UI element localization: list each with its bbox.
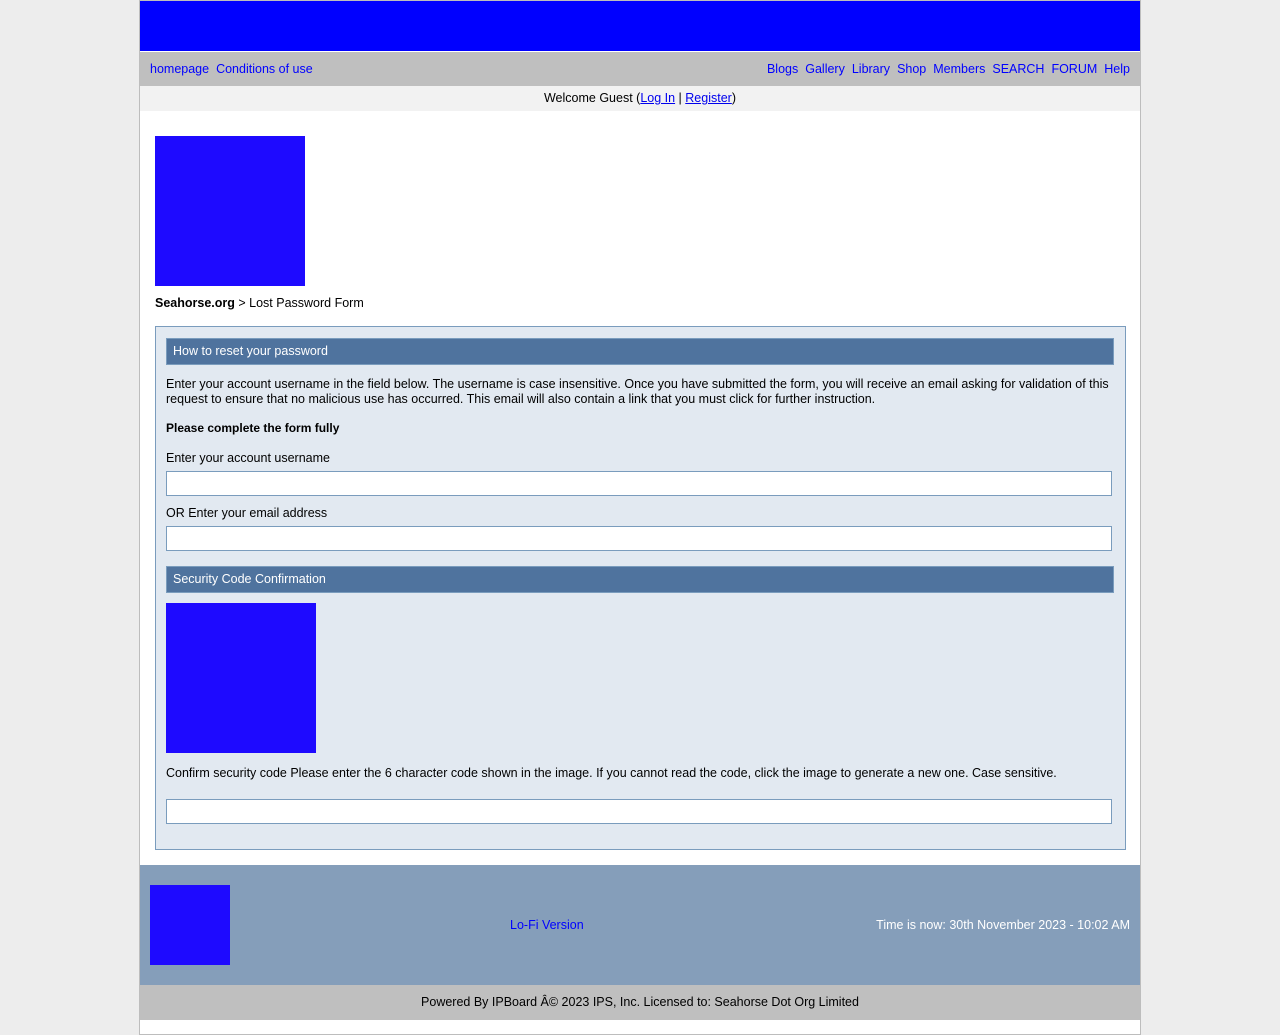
security-code-header: Security Code Confirmation [166, 566, 1114, 593]
breadcrumb-separator: > [234, 296, 250, 310]
footer-logo-image [150, 885, 230, 965]
nav-link-blogs[interactable]: Blogs [767, 62, 798, 76]
footer-bar: Lo-Fi Version Time is now: 30th November… [140, 865, 1140, 985]
breadcrumb-current: Lost Password Form [249, 296, 364, 310]
nav-link-members[interactable]: Members [933, 62, 985, 76]
nav-link-library[interactable]: Library [852, 62, 890, 76]
nav-left-group: homepage Conditions of use [150, 62, 320, 76]
header-banner [140, 1, 1140, 51]
register-link[interactable]: Register [685, 91, 732, 105]
reset-instructions: Enter your account username in the field… [166, 377, 1109, 406]
top-navigation: homepage Conditions of use Blogs Gallery Li… [140, 52, 1140, 86]
nav-link-forum[interactable]: FORUM [1051, 62, 1097, 76]
page-wrapper: homepage Conditions of use Blogs Gallery Li… [139, 0, 1141, 1035]
breadcrumb: Seahorse.org > Lost Password Form [155, 296, 364, 310]
form-notice: Please complete the form fully [166, 421, 340, 435]
welcome-prefix: Welcome Guest ( [543, 91, 641, 105]
site-logo-image [155, 136, 305, 286]
nav-link-homepage[interactable]: homepage [150, 62, 209, 76]
nav-link-help[interactable]: Help [1104, 62, 1130, 76]
current-time: Time is now: 30th November 2023 - 10:02 … [876, 918, 1130, 932]
lofi-version-link[interactable]: Lo-Fi Version [510, 918, 584, 932]
reset-password-header: How to reset your password [166, 338, 1114, 365]
username-input[interactable] [166, 471, 1112, 496]
username-label: Enter your account username [166, 451, 330, 465]
welcome-bar: Welcome Guest (Log In | Register) [140, 86, 1140, 111]
welcome-separator: | [675, 91, 686, 105]
email-label: OR Enter your email address [166, 506, 328, 520]
nav-right-group: Blogs Gallery Library Shop Members SEARCH FORU… [760, 62, 1130, 76]
captcha-input[interactable] [166, 799, 1112, 824]
nav-link-search[interactable]: SEARCH [992, 62, 1044, 76]
captcha-image[interactable] [166, 603, 316, 753]
login-link[interactable]: Log In [640, 91, 675, 105]
welcome-suffix: ) [731, 91, 736, 105]
email-input[interactable] [166, 526, 1112, 551]
breadcrumb-site: Seahorse.org [155, 296, 235, 310]
copyright-notice: Powered By IPBoard Â© 2023 IPS, Inc. Lic… [140, 985, 1140, 1020]
nav-link-shop[interactable]: Shop [897, 62, 926, 76]
lost-password-form: How to reset your password Enter your ac… [155, 326, 1126, 850]
nav-link-gallery[interactable]: Gallery [805, 62, 845, 76]
captcha-instructions: Confirm security code Please enter the 6… [166, 766, 1057, 780]
nav-link-conditions-of-use[interactable]: Conditions of use [216, 62, 313, 76]
